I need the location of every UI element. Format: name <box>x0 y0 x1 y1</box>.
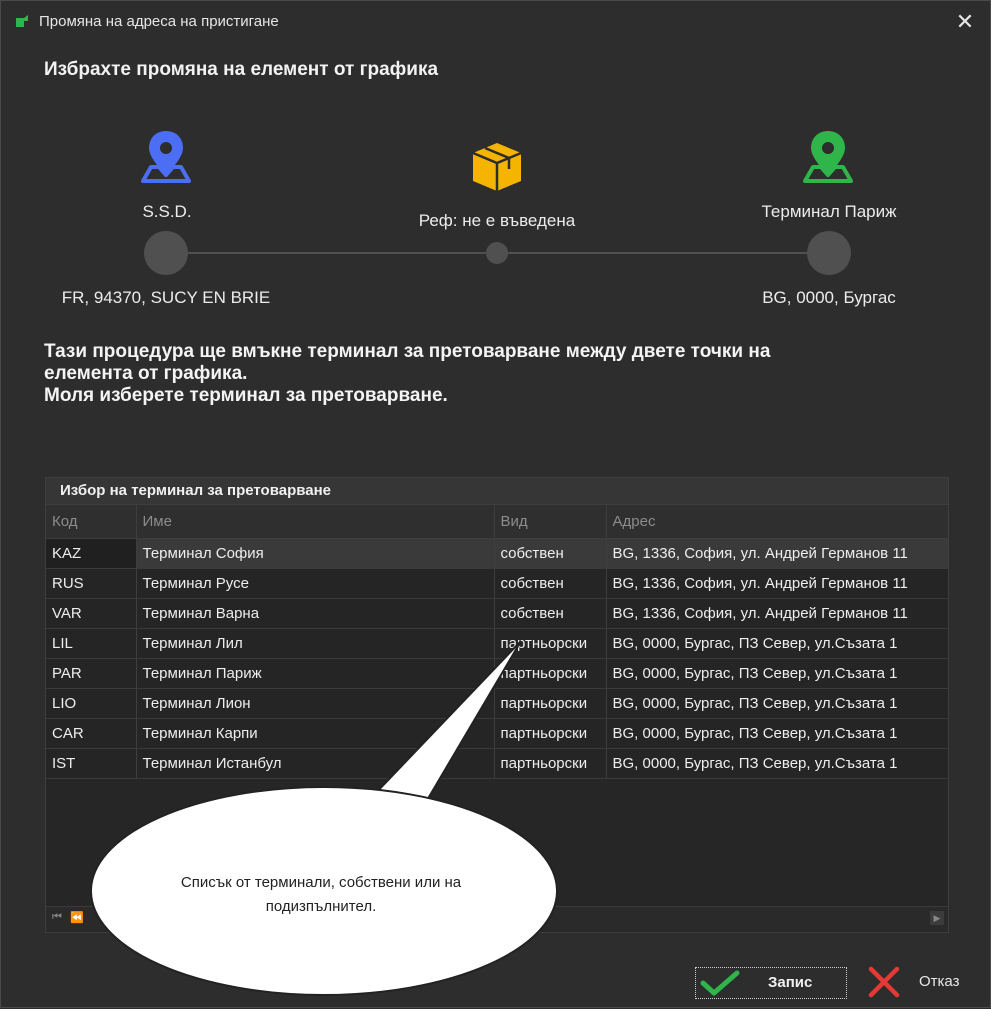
close-icon[interactable]: ✕ <box>953 10 977 34</box>
cell-name: Терминал Русе <box>136 568 495 599</box>
save-button[interactable]: Запис <box>695 967 847 999</box>
cell-type: партньорски <box>494 658 607 689</box>
location-pin-green-icon <box>803 131 853 183</box>
callout-line: подизпълнител. <box>265 898 377 915</box>
cell-address: BG, 0000, Бургас, ПЗ Север, ул.Съзата 1 <box>606 628 949 659</box>
cell-type: партньорски <box>494 688 607 719</box>
cell-address: BG, 0000, Бургас, ПЗ Север, ул.Съзата 1 <box>606 718 949 749</box>
route-from-address: FR, 94370, SUCY EN BRIE <box>61 288 271 307</box>
route-diagram: S.S.D. FR, 94370, SUCY EN BRIE Реф: не е… <box>1 111 990 321</box>
cell-type: партньорски <box>494 748 607 779</box>
info-text: Тази процедура ще вмъкне терминал за пре… <box>44 341 924 407</box>
table-row[interactable]: KAZ Терминал София собствен BG, 1336, Со… <box>46 538 949 569</box>
table-row[interactable]: LIO Терминал Лион партньорски BG, 0000, … <box>46 688 949 719</box>
location-pin-blue-icon <box>141 131 191 183</box>
panel-title: Избор на терминал за претоварване <box>46 478 948 505</box>
scroll-right-icon[interactable]: ▶ <box>930 911 944 925</box>
table-row[interactable]: PAR Терминал Париж партньорски BG, 0000,… <box>46 658 949 689</box>
table-row[interactable]: IST Терминал Истанбул партньорски BG, 00… <box>46 748 949 779</box>
table-row[interactable]: LIL Терминал Лил партньорски BG, 0000, Б… <box>46 628 949 659</box>
info-line: елемента от графика. <box>44 363 248 384</box>
table-row[interactable]: VAR Терминал Варна собствен BG, 1336, Со… <box>46 598 949 629</box>
cell-address: BG, 0000, Бургас, ПЗ Север, ул.Съзата 1 <box>606 688 949 719</box>
terminal-table: Код Име Вид Адрес KAZ Терминал София соб… <box>46 505 949 779</box>
cell-address: BG, 1336, София, ул. Андрей Германов 11 <box>606 568 949 599</box>
cell-type: собствен <box>494 598 607 629</box>
cell-name: Терминал Париж <box>136 658 495 689</box>
cell-type: партньорски <box>494 628 607 659</box>
column-header-type[interactable]: Вид <box>494 505 607 539</box>
info-line: Моля изберете терминал за претоварване. <box>44 385 448 406</box>
page-heading: Избрахте промяна на елемент от графика <box>44 59 439 80</box>
cell-code: IST <box>46 748 137 779</box>
table-row[interactable]: CAR Терминал Карпи партньорски BG, 0000,… <box>46 718 949 749</box>
table-header-row: Код Име Вид Адрес <box>46 505 949 539</box>
cell-name: Терминал София <box>136 538 495 569</box>
column-header-address[interactable]: Адрес <box>606 505 949 539</box>
info-line: Тази процедура ще вмъкне терминал за пре… <box>44 341 771 362</box>
route-to-address: BG, 0000, Бургас <box>762 288 896 307</box>
route-middle-node[interactable] <box>486 242 508 264</box>
first-page-icon[interactable]: ⏮ <box>52 911 62 924</box>
cell-code: LIL <box>46 628 137 659</box>
checkmark-icon <box>700 970 740 996</box>
window-title: Промяна на адреса на пристигане <box>39 13 279 30</box>
table-row[interactable]: RUS Терминал Русе собствен BG, 1336, Соф… <box>46 568 949 599</box>
cell-name: Терминал Карпи <box>136 718 495 749</box>
cell-address: BG, 1336, София, ул. Андрей Германов 11 <box>606 598 949 629</box>
route-to-name: Терминал Париж <box>761 202 897 221</box>
cell-type: собствен <box>494 568 607 599</box>
cell-address: BG, 0000, Бургас, ПЗ Север, ул.Съзата 1 <box>606 748 949 779</box>
title-bar: Промяна на адреса на пристигане ✕ <box>1 1 990 43</box>
cell-code: KAZ <box>46 538 137 569</box>
app-logo-icon <box>16 15 28 27</box>
route-to-node[interactable] <box>807 231 851 275</box>
cell-code: CAR <box>46 718 137 749</box>
cell-address: BG, 1336, София, ул. Андрей Германов 11 <box>606 538 949 569</box>
prev-page-icon[interactable]: ⏪ <box>70 911 84 924</box>
column-header-name[interactable]: Име <box>136 505 495 539</box>
cell-code: VAR <box>46 598 137 629</box>
cell-type: собствен <box>494 538 607 569</box>
callout-text: Списък от терминали, собствени или на по… <box>121 871 521 919</box>
cancel-label: Отказ <box>919 973 960 990</box>
cell-name: Терминал Лион <box>136 688 495 719</box>
cell-code: LIO <box>46 688 137 719</box>
cell-name: Терминал Лил <box>136 628 495 659</box>
terminal-selection-panel: Избор на терминал за претоварване Код Им… <box>45 477 949 933</box>
cell-address: BG, 0000, Бургас, ПЗ Север, ул.Съзата 1 <box>606 658 949 689</box>
callout-line: Списък от терминали, собствени или на <box>180 874 462 891</box>
cell-code: PAR <box>46 658 137 689</box>
dialog-window: Промяна на адреса на пристигане ✕ Избрах… <box>0 0 991 1008</box>
column-header-code[interactable]: Код <box>46 505 137 539</box>
save-label: Запис <box>768 974 813 991</box>
cancel-button[interactable]: Отказ <box>865 963 975 999</box>
cell-type: партньорски <box>494 718 607 749</box>
cancel-x-icon <box>868 966 900 998</box>
package-icon <box>472 143 522 191</box>
route-from-node[interactable] <box>144 231 188 275</box>
cell-code: RUS <box>46 568 137 599</box>
cell-name: Терминал Варна <box>136 598 495 629</box>
route-reference: Реф: не е въведена <box>418 211 576 230</box>
route-from-name: S.S.D. <box>142 202 192 221</box>
cell-name: Терминал Истанбул <box>136 748 495 779</box>
